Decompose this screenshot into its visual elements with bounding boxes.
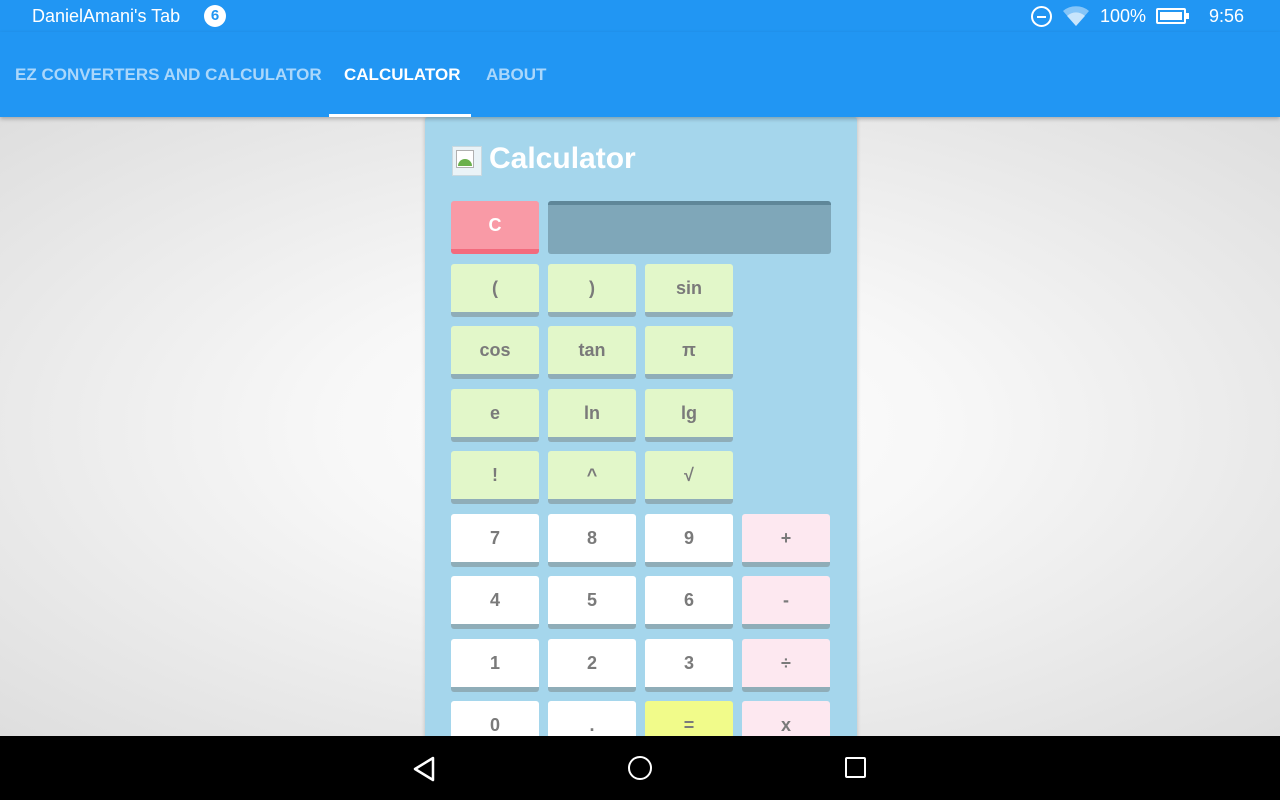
sin-button[interactable]: sin [645, 264, 733, 317]
close-paren-button[interactable]: ) [548, 264, 636, 317]
calculator-display [548, 201, 831, 254]
tab-calculator[interactable]: CALCULATOR [344, 32, 460, 117]
lg-button[interactable]: lg [645, 389, 733, 442]
digit-7-button[interactable]: 7 [451, 514, 539, 567]
status-bar: DanielAmani's Tab 6 100% 9:56 [0, 0, 1280, 32]
digit-9-button[interactable]: 9 [645, 514, 733, 567]
decimal-point-button[interactable]: . [548, 701, 636, 736]
multiply-button[interactable]: x [742, 701, 830, 736]
active-tab-indicator [329, 114, 471, 117]
content-area: Calculator C ( ) sin cos tan π e ln lg !… [0, 117, 1280, 736]
battery-percentage: 100% [1100, 6, 1147, 26]
cos-button[interactable]: cos [451, 326, 539, 379]
digit-3-button[interactable]: 3 [645, 639, 733, 692]
digit-8-button[interactable]: 8 [548, 514, 636, 567]
open-paren-button[interactable]: ( [451, 264, 539, 317]
broken-image-icon [452, 146, 482, 176]
device-name: DanielAmani's Tab [32, 6, 181, 26]
tan-button[interactable]: tan [548, 326, 636, 379]
navigation-bar [0, 736, 1280, 800]
do-not-disturb-icon [1031, 6, 1052, 27]
back-icon[interactable] [412, 756, 438, 782]
sqrt-button[interactable]: √ [645, 451, 733, 504]
home-icon[interactable] [628, 756, 652, 780]
tab-about[interactable]: ABOUT [486, 32, 546, 117]
e-button[interactable]: e [451, 389, 539, 442]
plus-button[interactable]: + [742, 514, 830, 567]
digit-6-button[interactable]: 6 [645, 576, 733, 629]
pi-button[interactable]: π [645, 326, 733, 379]
calculator-panel: Calculator C ( ) sin cos tan π e ln lg !… [425, 117, 857, 736]
divide-button[interactable]: ÷ [742, 639, 830, 692]
wifi-icon [1063, 6, 1089, 26]
notification-count-badge: 6 [204, 5, 226, 27]
digit-1-button[interactable]: 1 [451, 639, 539, 692]
digit-2-button[interactable]: 2 [548, 639, 636, 692]
digit-4-button[interactable]: 4 [451, 576, 539, 629]
clear-button[interactable]: C [451, 201, 539, 254]
ln-button[interactable]: ln [548, 389, 636, 442]
power-button[interactable]: ^ [548, 451, 636, 504]
calculator-title: Calculator [489, 142, 636, 175]
app-bar: EZ CONVERTERS AND CALCULATOR CALCULATOR … [0, 32, 1280, 117]
factorial-button[interactable]: ! [451, 451, 539, 504]
battery-icon [1156, 8, 1189, 24]
clock: 9:56 [1209, 6, 1245, 26]
digit-0-button[interactable]: 0 [451, 701, 539, 736]
recents-icon[interactable] [845, 757, 866, 778]
minus-button[interactable]: - [742, 576, 830, 629]
tab-converters[interactable]: EZ CONVERTERS AND CALCULATOR [15, 32, 322, 117]
digit-5-button[interactable]: 5 [548, 576, 636, 629]
equals-button[interactable]: = [645, 701, 733, 736]
